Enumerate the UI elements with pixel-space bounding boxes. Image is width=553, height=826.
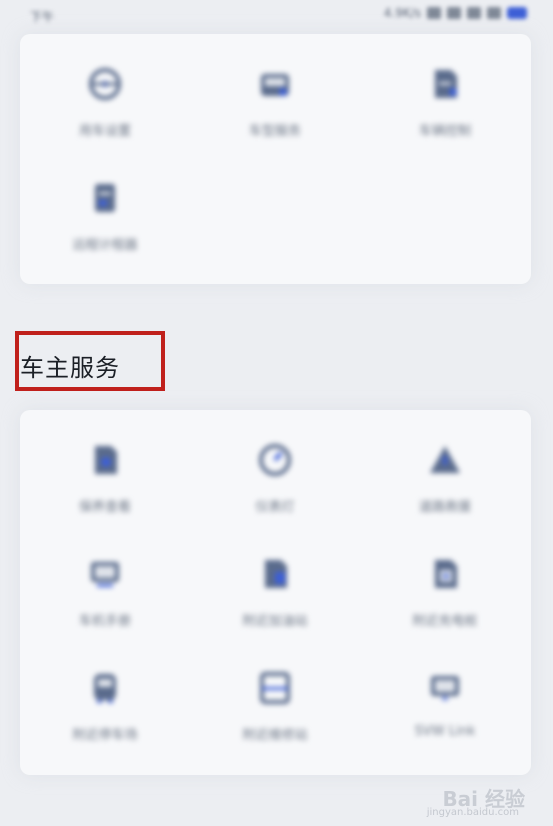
tile-label: 附近充电桩 xyxy=(412,614,478,629)
bus-icon xyxy=(87,670,123,706)
display-icon xyxy=(427,670,463,706)
tile-dashboard-lights[interactable]: 仪表灯 xyxy=(190,434,360,534)
tile-car-service[interactable]: 车型服务 xyxy=(190,58,360,158)
tile-label: 远程计程器 xyxy=(72,238,138,253)
fuel-doc-icon xyxy=(257,556,293,592)
warning-triangle-icon xyxy=(427,442,463,478)
tile-label: 附近维修站 xyxy=(242,728,308,743)
watermark-url: jingyan.baidu.com xyxy=(426,807,519,818)
clipboard-icon xyxy=(87,180,123,216)
tile-label: 附近停车场 xyxy=(72,728,138,743)
document-edit-icon xyxy=(427,66,463,102)
steering-wheel-icon xyxy=(87,66,123,102)
document-icon xyxy=(87,442,123,478)
tile-car-manual[interactable]: 车机手册 xyxy=(20,548,190,648)
status-time: 下午 xyxy=(30,10,55,24)
battery-icon xyxy=(507,7,527,19)
tile-label: 道路救援 xyxy=(418,500,471,515)
tile-nearby-repair[interactable]: 附近维修站 xyxy=(190,662,360,762)
status-indicators: 4.9K/s xyxy=(384,6,527,20)
tile-maintenance[interactable]: 保养查看 xyxy=(20,434,190,534)
tile-nearby-charging[interactable]: 附近充电桩 xyxy=(360,548,530,648)
charge-doc-icon xyxy=(427,556,463,592)
tile-nearby-parking[interactable]: 附近停车场 xyxy=(20,662,190,762)
owner-services-card: 保养查看 仪表灯 道路救援 车机手册 附近加油站 附近充电桩 附近停车场 附近维… xyxy=(20,410,531,775)
highlight-box xyxy=(15,331,165,391)
tile-label: 保养查看 xyxy=(78,500,131,515)
car-service-icon xyxy=(257,66,293,102)
bluetooth-icon xyxy=(427,7,441,19)
signal-icon xyxy=(447,7,461,19)
network-speed: 4.9K/s xyxy=(383,6,421,20)
wifi-icon xyxy=(467,7,481,19)
tile-nearby-gas[interactable]: 附近加油站 xyxy=(190,548,360,648)
status-bar: 下午 4.9K/s xyxy=(0,0,553,28)
vehicle-functions-card: 用车设置 车型服务 车辆控制 远程计程器 xyxy=(20,34,531,284)
tile-label: 仪表灯 xyxy=(255,500,295,515)
tile-label: 车辆控制 xyxy=(418,124,471,139)
tile-steering-settings[interactable]: 用车设置 xyxy=(20,58,190,158)
panel-icon xyxy=(257,670,293,706)
tile-label: 车型服务 xyxy=(248,124,301,139)
tile-remote-meter[interactable]: 远程计程器 xyxy=(20,172,190,272)
nfc-icon xyxy=(487,7,501,19)
tile-label: 用车设置 xyxy=(78,124,131,139)
tile-label: 车机手册 xyxy=(78,614,131,629)
tile-label: 附近加油站 xyxy=(242,614,308,629)
gauge-icon xyxy=(257,442,293,478)
tile-svw-link[interactable]: SVW Link xyxy=(360,662,530,762)
monitor-icon xyxy=(87,556,123,592)
tile-label: SVW Link xyxy=(414,724,476,739)
tile-road-rescue[interactable]: 道路救援 xyxy=(360,434,530,534)
tile-vehicle-control[interactable]: 车辆控制 xyxy=(360,58,530,158)
